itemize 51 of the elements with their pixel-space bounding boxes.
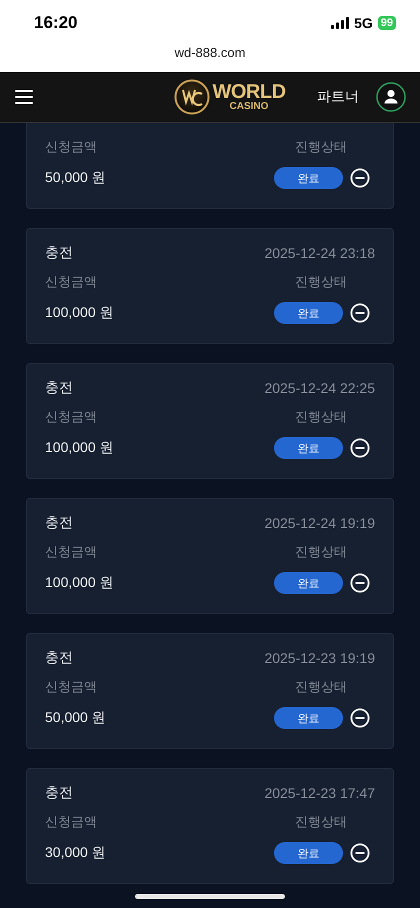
coin-emblem-icon bbox=[174, 79, 210, 115]
status-badge: 완료 bbox=[274, 842, 343, 864]
amount-value: 100,000 원 bbox=[45, 439, 114, 457]
clock-time: 16:20 bbox=[34, 12, 78, 32]
status-label: 진행상태 bbox=[295, 543, 347, 561]
amount-value: 30,000 원 bbox=[45, 844, 106, 862]
logo-subtitle: CASINO bbox=[230, 102, 268, 112]
logo-wordmark: WORLD bbox=[212, 82, 286, 102]
partner-link[interactable]: 파트너 bbox=[316, 88, 359, 106]
status-label: 진행상태 bbox=[295, 678, 347, 696]
record-type: 충전 bbox=[45, 649, 73, 667]
minus-circle-icon[interactable] bbox=[350, 843, 370, 863]
battery-indicator: 99 bbox=[378, 16, 396, 30]
amount-value: 50,000 원 bbox=[45, 709, 106, 727]
record-type: 충전 bbox=[45, 514, 73, 532]
status-badge: 완료 bbox=[274, 707, 343, 729]
amount-value: 100,000 원 bbox=[45, 304, 114, 322]
network-label: 5G bbox=[354, 14, 373, 30]
amount-label: 신청금액 bbox=[45, 138, 97, 156]
status-badge: 완료 bbox=[274, 167, 343, 189]
url-text: wd-888.com bbox=[174, 45, 246, 60]
status-badge: 완료 bbox=[274, 572, 343, 594]
signal-icon bbox=[331, 16, 350, 28]
minus-circle-icon[interactable] bbox=[350, 168, 370, 188]
profile-button[interactable] bbox=[376, 82, 406, 112]
record-type: 충전 bbox=[45, 784, 73, 802]
status-label: 진행상태 bbox=[295, 273, 347, 291]
status-label: 진행상태 bbox=[295, 408, 347, 426]
record-type: 충전 bbox=[45, 244, 73, 262]
status-badge: 완료 bbox=[274, 437, 343, 459]
minus-circle-icon[interactable] bbox=[350, 303, 370, 323]
record-datetime: 2025-12-23 19:19 bbox=[264, 650, 375, 666]
amount-label: 신청금액 bbox=[45, 543, 97, 561]
record-type: 충전 bbox=[45, 379, 73, 397]
status-label: 진행상태 bbox=[295, 138, 347, 156]
record-datetime: 2025-12-24 23:18 bbox=[264, 245, 375, 261]
minus-circle-icon[interactable] bbox=[350, 438, 370, 458]
amount-label: 신청금액 bbox=[45, 678, 97, 696]
record-datetime: 2025-12-23 17:47 bbox=[264, 785, 375, 801]
menu-icon[interactable] bbox=[15, 90, 33, 104]
minus-circle-icon[interactable] bbox=[350, 708, 370, 728]
amount-label: 신청금액 bbox=[45, 813, 97, 831]
amount-value: 100,000 원 bbox=[45, 574, 114, 592]
amount-label: 신청금액 bbox=[45, 408, 97, 426]
record-datetime: 2025-12-24 22:25 bbox=[264, 380, 375, 396]
amount-label: 신청금액 bbox=[45, 273, 97, 291]
amount-value: 50,000 원 bbox=[45, 169, 106, 187]
record-datetime: 2025-12-24 19:19 bbox=[264, 515, 375, 531]
status-label: 진행상태 bbox=[295, 813, 347, 831]
status-badge: 완료 bbox=[274, 302, 343, 324]
minus-circle-icon[interactable] bbox=[350, 573, 370, 593]
